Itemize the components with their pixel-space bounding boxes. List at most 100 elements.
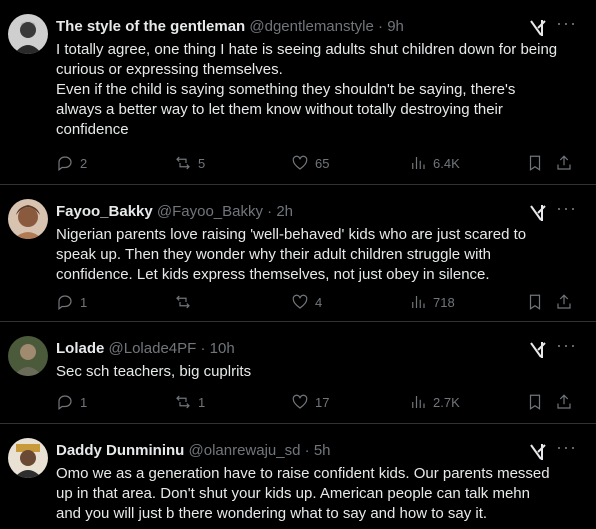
tweet-header: Daddy Dunmininu @olanrewaju_sd · 5h [56, 441, 536, 461]
views-button[interactable]: 2.7K [409, 392, 460, 412]
views-button[interactable]: 718 [409, 292, 455, 312]
avatar[interactable] [8, 199, 48, 239]
separator-dot: · [378, 18, 384, 35]
heart-icon [292, 294, 308, 309]
share-button[interactable] [555, 153, 573, 173]
views-icon [412, 296, 425, 308]
share-button[interactable] [555, 292, 573, 312]
views-button[interactable]: 6.4K [409, 153, 460, 173]
bookmark-button[interactable] [526, 392, 544, 412]
tweet-header: The style of the gentleman @dgentlemanst… [56, 17, 536, 37]
display-name[interactable]: The style of the gentleman [56, 18, 245, 35]
share-icon [557, 394, 571, 409]
timestamp[interactable]: 10h [210, 340, 235, 357]
user-handle[interactable]: @dgentlemanstyle [249, 18, 373, 35]
tweet-text-line: Omo we as a generation have to raise con… [56, 465, 550, 482]
like-count: 4 [315, 294, 323, 310]
heart-icon [292, 155, 308, 170]
share-button[interactable] [555, 392, 573, 412]
reply-count: 1 [80, 394, 88, 410]
timestamp[interactable]: 2h [276, 203, 293, 220]
views-count: 2.7K [433, 394, 460, 410]
repost-button[interactable]: 5 [174, 153, 205, 173]
reply-button[interactable]: 2 [56, 153, 87, 173]
display-name[interactable]: Lolade [56, 340, 104, 357]
reply-icon [58, 156, 72, 171]
like-button[interactable]: 4 [291, 292, 322, 312]
avatar[interactable] [8, 438, 48, 478]
separator-dot: · [200, 340, 206, 357]
grok-icon[interactable] [528, 340, 548, 360]
more-icon[interactable]: ··· [556, 199, 576, 221]
tweet-text-line: Nigerian parents love raising 'well-beha… [56, 226, 527, 243]
like-button[interactable]: 17 [291, 392, 329, 412]
action-bar: 2 5 65 6.4K [56, 153, 576, 173]
views-icon [412, 396, 425, 408]
tweet[interactable]: Fayoo_Bakky @Fayoo_Bakky · 2h ··· Nigeri… [0, 185, 596, 322]
display-name[interactable]: Daddy Dunmininu [56, 442, 184, 459]
repost-button[interactable] [174, 292, 198, 312]
tweet-text-line: speak up. Then they wonder why their adu… [56, 246, 491, 263]
tweet-header: Fayoo_Bakky @Fayoo_Bakky · 2h [56, 202, 536, 222]
bookmark-icon [529, 394, 541, 410]
tweet-text-line: confidence. Let kids express themselves,… [56, 266, 490, 283]
grok-icon[interactable] [528, 442, 548, 462]
user-handle[interactable]: @Lolade4PF [109, 340, 197, 357]
bookmark-button[interactable] [526, 292, 544, 312]
tweet-text-line: always a better way to let them know wit… [56, 101, 503, 118]
share-icon [557, 155, 571, 170]
timestamp[interactable]: 5h [314, 442, 331, 459]
separator-dot: · [304, 442, 310, 459]
tweet[interactable]: Lolade @Lolade4PF · 10h ··· Sec sch teac… [0, 322, 596, 424]
tweet-text-line: confidence [56, 121, 129, 138]
repost-icon [176, 156, 190, 170]
bookmark-icon [529, 155, 541, 171]
tweet-text-line: Even if the child is saying something th… [56, 81, 516, 98]
views-count: 718 [433, 294, 455, 310]
tweet[interactable]: The style of the gentleman @dgentlemanst… [0, 0, 596, 185]
tweet-text-line: I totally agree, one thing I hate is see… [56, 41, 558, 58]
tweet-text-line: and you will just b there wondering what… [56, 505, 488, 522]
tweet-text-line: up in that area. Don't shut your kids up… [56, 485, 530, 502]
views-icon [412, 157, 425, 169]
tweet-text: Nigerian parents love raising 'well-beha… [56, 225, 586, 285]
more-icon[interactable]: ··· [556, 14, 576, 36]
tweet[interactable]: Daddy Dunmininu @olanrewaju_sd · 5h ··· … [0, 424, 596, 529]
action-bar: 1 1 17 2.7K [56, 392, 576, 412]
grok-icon[interactable] [528, 18, 548, 38]
user-handle[interactable]: @Fayoo_Bakky [157, 203, 263, 220]
reply-icon [58, 295, 72, 310]
tweet-text: Sec sch teachers, big cuplrits [56, 362, 586, 382]
bookmark-icon [529, 294, 541, 310]
reply-button[interactable]: 1 [56, 392, 87, 412]
action-bar: 1 4 718 [56, 292, 576, 312]
more-icon[interactable]: ··· [556, 438, 576, 460]
heart-icon [292, 394, 308, 409]
bookmark-button[interactable] [526, 153, 544, 173]
separator-dot: · [267, 203, 273, 220]
grok-icon[interactable] [528, 203, 548, 223]
more-icon[interactable]: ··· [556, 336, 576, 358]
repost-icon [176, 295, 190, 309]
tweet-text: I totally agree, one thing I hate is see… [56, 40, 586, 140]
like-count: 17 [315, 394, 330, 410]
tweet-text-line: Sec sch teachers, big cuplrits [56, 363, 252, 380]
display-name[interactable]: Fayoo_Bakky [56, 203, 153, 220]
reply-feed: The style of the gentleman @dgentlemanst… [0, 0, 596, 529]
avatar[interactable] [8, 336, 48, 376]
like-count: 65 [315, 155, 330, 171]
views-count: 6.4K [433, 155, 460, 171]
reply-count: 2 [80, 155, 88, 171]
share-icon [557, 294, 571, 309]
avatar[interactable] [8, 14, 48, 54]
repost-icon [176, 395, 190, 409]
reply-button[interactable]: 1 [56, 292, 87, 312]
user-handle[interactable]: @olanrewaju_sd [189, 442, 301, 459]
tweet-text: Omo we as a generation have to raise con… [56, 464, 586, 524]
repost-button[interactable]: 1 [174, 392, 205, 412]
timestamp[interactable]: 9h [387, 18, 404, 35]
tweet-text-line: curious or expressing themselves. [56, 61, 283, 78]
like-button[interactable]: 65 [291, 153, 329, 173]
reply-count: 1 [80, 294, 88, 310]
repost-count: 1 [198, 394, 206, 410]
